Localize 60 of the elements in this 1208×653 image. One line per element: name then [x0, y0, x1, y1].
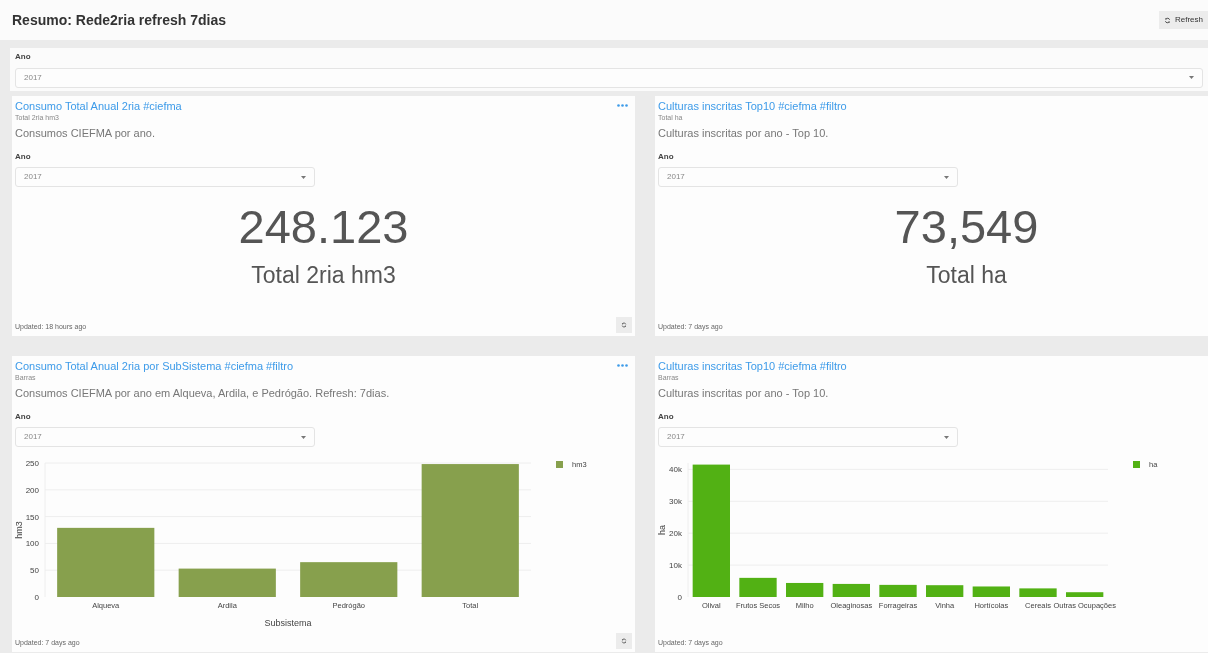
y-tick-label: 250: [25, 459, 39, 469]
widget-title[interactable]: Consumo Total Anual 2ria por SubSistema #ciefma #filtro: [15, 359, 293, 373]
bar: [1019, 588, 1057, 598]
y-tick-label: 10k: [669, 561, 682, 571]
filter-label: Ano: [15, 411, 32, 422]
widget-description: Consumos CIEFMA por ano.: [15, 125, 156, 140]
filter-label: Ano: [658, 151, 675, 162]
counter-value: 248.123: [238, 203, 409, 251]
caret-icon: [1189, 76, 1194, 80]
bar: [739, 578, 777, 598]
refresh-widget-button[interactable]: [616, 316, 632, 333]
bar: [786, 583, 824, 598]
y-tick-label: 150: [25, 512, 39, 522]
refresh-icon: [621, 637, 627, 644]
widget-title[interactable]: Culturas inscritas Top10 #ciefma #filtro: [658, 359, 847, 373]
more-icon[interactable]: [617, 103, 628, 107]
refresh-icon: [621, 321, 627, 328]
widget-title[interactable]: Culturas inscritas Top10 #ciefma #filtro: [658, 99, 847, 113]
y-tick-label: 100: [25, 539, 39, 549]
y-tick-label: 0: [34, 593, 39, 603]
y-tick-label: 20k: [669, 529, 682, 539]
caret-icon: [301, 175, 306, 179]
year-select[interactable]: 2017: [658, 427, 958, 448]
y-tick-label: 30k: [669, 497, 682, 507]
filter-label: Ano: [15, 52, 32, 62]
y-tick-label: 50: [30, 566, 39, 576]
caret-icon: [301, 435, 306, 439]
y-tick-label: 40k: [669, 465, 682, 475]
bar: [972, 586, 1010, 598]
year-select[interactable]: 2017: [15, 167, 315, 188]
bar: [926, 585, 964, 598]
caret-icon: [944, 435, 949, 439]
counter-label: Total 2ria hm3: [251, 261, 396, 291]
year-select[interactable]: 2017: [658, 167, 958, 188]
y-tick-label: 0: [677, 593, 682, 603]
year-select[interactable]: 2017: [15, 67, 1203, 88]
refresh-widget-button[interactable]: [616, 632, 632, 649]
y-axis-title: hm3: [15, 521, 24, 539]
legend-swatch: [556, 461, 563, 469]
y-tick-label: 200: [25, 486, 39, 495]
widget-description: Culturas inscritas por ano - Top 10.: [658, 125, 830, 140]
bar: [879, 585, 917, 598]
y-axis-title: ha: [658, 525, 667, 536]
widget-description: Consumos CIEFMA por ano em Alqueva, Ardila, e Pedrógão. Refresh: 7dias.: [15, 385, 391, 400]
x-axis-title: Subsistema: [264, 618, 312, 629]
refresh-button[interactable]: Refresh: [1159, 11, 1208, 29]
filter-label: Ano: [658, 411, 675, 422]
page-title: Resumo: Rede2ria refresh 7dias: [12, 10, 226, 30]
counter-value: 73,549: [894, 203, 1039, 251]
widget-title[interactable]: Consumo Total Anual 2ria #ciefma: [15, 99, 182, 113]
bar: [832, 584, 870, 598]
widget-description: Culturas inscritas por ano - Top 10.: [658, 385, 830, 400]
year-select[interactable]: 2017: [15, 427, 315, 448]
filter-label: Ano: [15, 151, 32, 162]
legend-swatch: [1133, 461, 1140, 469]
more-icon[interactable]: [617, 363, 628, 367]
refresh-icon: [1164, 16, 1171, 24]
counter-label: Total ha: [926, 261, 1007, 291]
bar: [1066, 592, 1104, 598]
caret-icon: [944, 175, 949, 179]
